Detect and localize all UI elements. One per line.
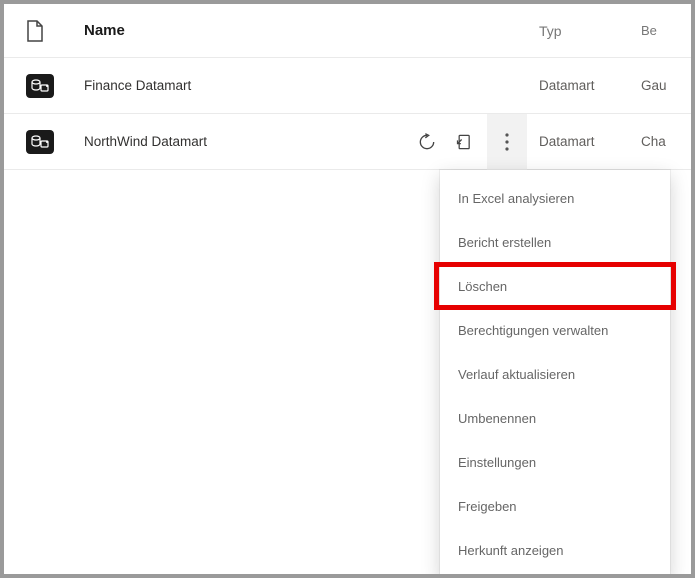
file-icon [26,20,76,42]
share-icon[interactable] [449,124,481,160]
menu-item-create-report[interactable]: Bericht erstellen [440,220,670,264]
app-frame: Name Typ Be Finance Datamart Datamart Ga… [4,4,691,574]
datamart-icon [26,74,76,98]
row-name[interactable]: Finance Datamart [76,78,381,93]
refresh-icon[interactable] [411,124,443,160]
header-name[interactable]: Name [76,22,381,39]
menu-item-analyze-excel[interactable]: In Excel analysieren [440,176,670,220]
menu-item-settings[interactable]: Einstellungen [440,440,670,484]
row-actions [381,114,521,170]
header-owner[interactable]: Be [641,23,681,38]
menu-item-rename[interactable]: Umbenennen [440,396,670,440]
row-owner: Gau [641,78,681,93]
menu-item-manage-permissions[interactable]: Berechtigungen verwalten [440,308,670,352]
menu-item-share[interactable]: Freigeben [440,484,670,528]
datamart-icon [26,130,76,154]
header-type[interactable]: Typ [521,23,641,39]
table-row[interactable]: Finance Datamart Datamart Gau [4,58,691,114]
row-type: Datamart [521,78,641,93]
context-menu: In Excel analysieren Bericht erstellen L… [440,170,670,574]
menu-item-lineage[interactable]: Herkunft anzeigen [440,528,670,572]
row-type: Datamart [521,134,641,149]
table-row[interactable]: NorthWind Datamart [4,114,691,170]
menu-item-refresh-history[interactable]: Verlauf aktualisieren [440,352,670,396]
menu-item-delete[interactable]: Löschen [440,264,670,308]
row-name[interactable]: NorthWind Datamart [76,134,381,149]
table-header: Name Typ Be [4,4,691,58]
row-owner: Cha [641,134,681,149]
